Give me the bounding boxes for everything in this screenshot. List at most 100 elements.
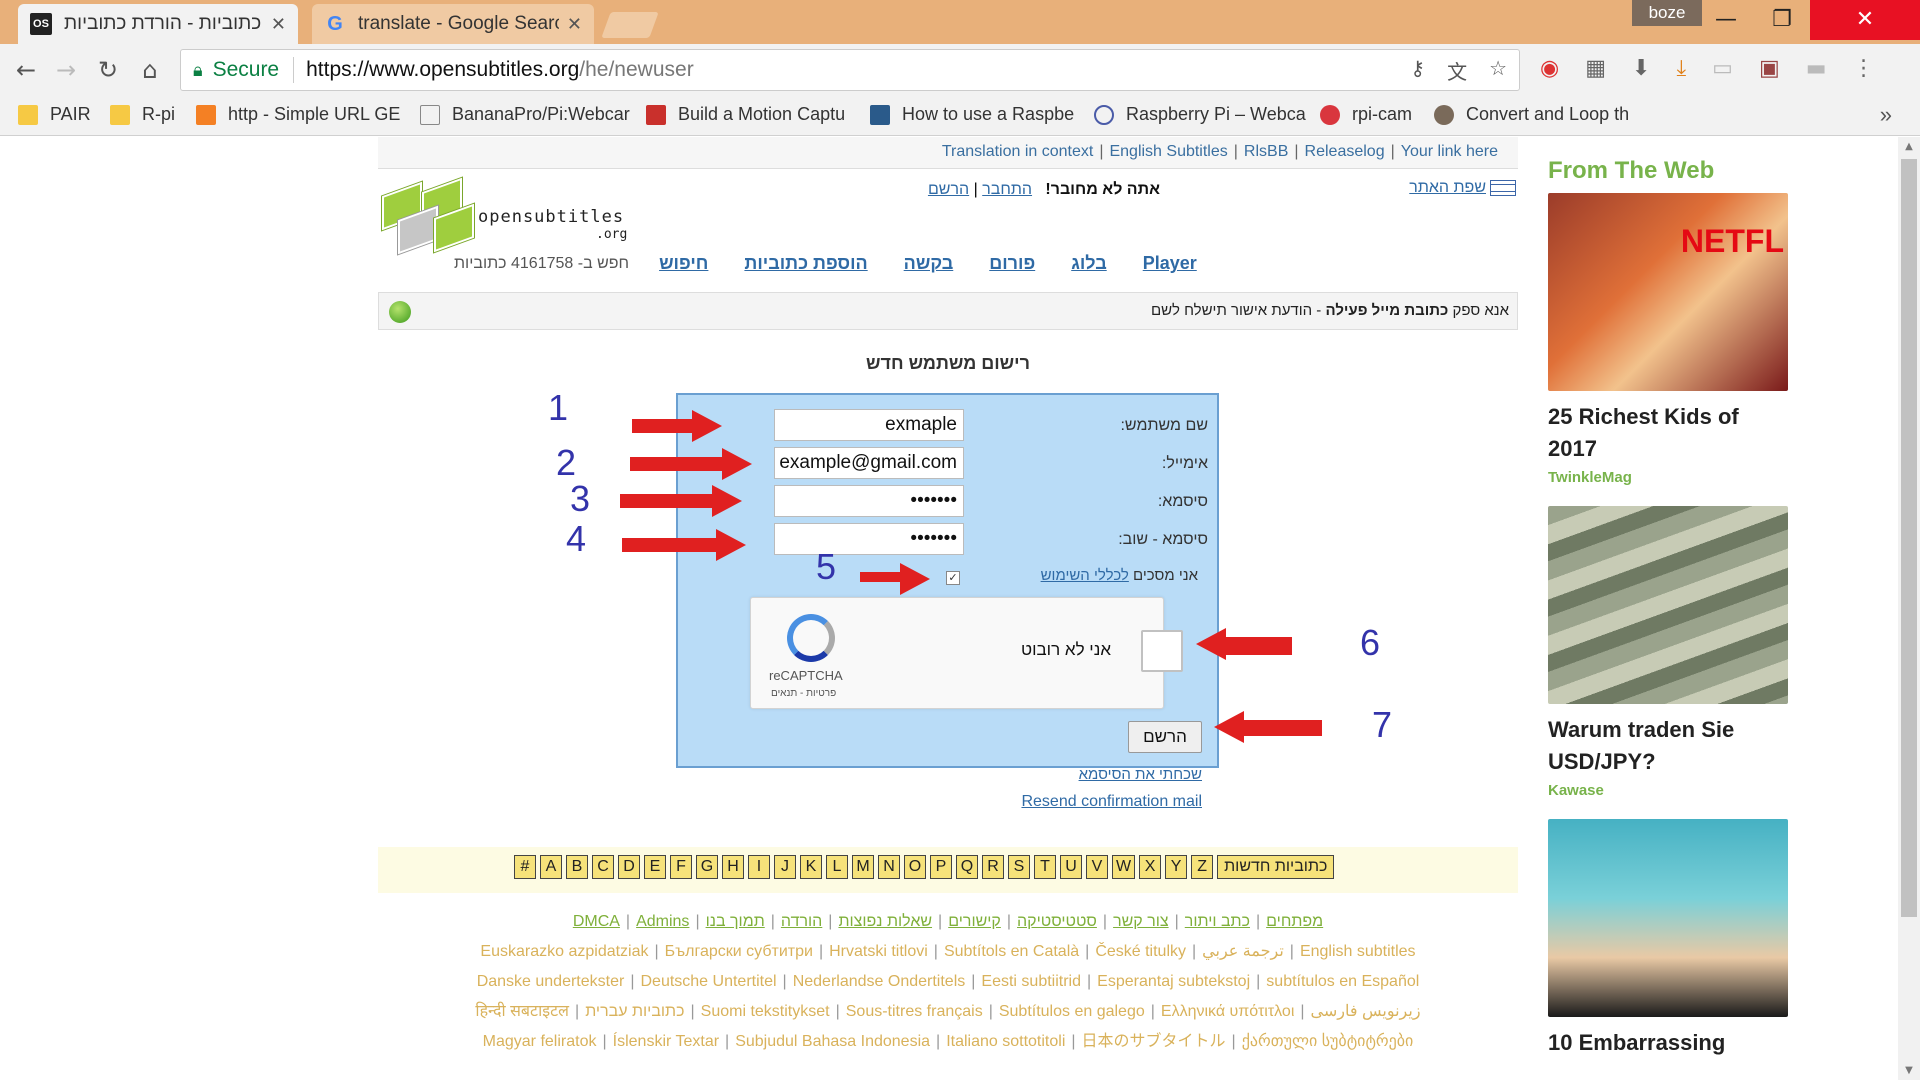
- bookmark-pair[interactable]: PAIR: [18, 104, 91, 125]
- ad-image[interactable]: NETFL: [1548, 193, 1788, 391]
- top-link[interactable]: Releaselog: [1305, 143, 1385, 160]
- footer-link[interactable]: שאלות נפוצות: [838, 913, 932, 930]
- footer-language-link[interactable]: Italiano sottotitoli: [946, 1033, 1065, 1050]
- ad-title[interactable]: Warum traden Sie USD/JPY?: [1548, 714, 1793, 778]
- username-field[interactable]: exmaple: [774, 409, 964, 441]
- site-logo[interactable]: opensubtitles .org: [378, 177, 648, 259]
- alphabet-letter[interactable]: D: [618, 855, 640, 879]
- login-link[interactable]: התחבר: [982, 181, 1032, 198]
- alphabet-letter[interactable]: Y: [1165, 855, 1188, 879]
- ad-item[interactable]: Warum traden Sie USD/JPY? Kawase: [1548, 506, 1793, 799]
- alphabet-letter[interactable]: L: [826, 855, 848, 879]
- alphabet-letter[interactable]: M: [852, 855, 874, 879]
- bookmark-convert-loop[interactable]: Convert and Loop th: [1434, 104, 1629, 125]
- alphabet-letter[interactable]: U: [1060, 855, 1082, 879]
- footer-link[interactable]: סטטיסטיקה: [1017, 913, 1097, 930]
- footer-language-link[interactable]: Hrvatski titlovi: [829, 943, 928, 960]
- alphabet-letter[interactable]: W: [1112, 855, 1136, 879]
- footer-link[interactable]: מפתחים: [1266, 913, 1323, 930]
- footer-language-link[interactable]: Deutsche Untertitel: [640, 973, 776, 990]
- register-submit-button[interactable]: הרשם: [1128, 721, 1202, 753]
- footer-link[interactable]: DMCA: [573, 913, 620, 930]
- scrollbar-thumb[interactable]: [1901, 159, 1917, 917]
- footer-language-link[interactable]: Esperantaj subtekstoj: [1097, 973, 1250, 990]
- footer-language-link[interactable]: Български субтитри: [665, 943, 813, 960]
- footer-language-link[interactable]: Íslenskir Textar: [613, 1033, 719, 1050]
- tab-google-translate[interactable]: G translate - Google Search ✕: [312, 4, 594, 44]
- menu-dots-icon[interactable]: ⋮: [1853, 56, 1875, 81]
- alphabet-letter[interactable]: F: [670, 855, 692, 879]
- bookmark-star-icon[interactable]: ☆: [1489, 56, 1507, 85]
- nav-blog[interactable]: בלוג: [1071, 253, 1107, 274]
- footer-language-link[interactable]: 日本のサブタイトル: [1082, 1033, 1226, 1050]
- footer-language-link[interactable]: हिन्दी सबटाइटल: [475, 1003, 569, 1020]
- ad-source[interactable]: TwinkleMag: [1548, 469, 1793, 486]
- ad-source[interactable]: Kawase: [1548, 782, 1793, 799]
- top-link[interactable]: Translation in context: [942, 143, 1093, 160]
- footer-language-link[interactable]: Subjudul Bahasa Indonesia: [735, 1033, 930, 1050]
- extension-icon[interactable]: ▬: [1806, 56, 1827, 81]
- ad-image[interactable]: [1548, 506, 1788, 704]
- terms-link[interactable]: לכללי השימוש: [1041, 567, 1129, 584]
- confirm-password-field[interactable]: •••••••: [774, 523, 964, 555]
- alphabet-letter[interactable]: B: [566, 855, 588, 879]
- footer-language-link[interactable]: Sous-titres français: [846, 1003, 983, 1020]
- footer-language-link[interactable]: Ελληνικά υπότιτλοι: [1161, 1003, 1295, 1020]
- bookmark-rpi[interactable]: R-pi: [110, 104, 175, 125]
- alphabet-letter[interactable]: V: [1086, 855, 1108, 879]
- nav-search[interactable]: חיפוש: [659, 253, 708, 274]
- alphabet-letter[interactable]: E: [644, 855, 666, 879]
- address-bar[interactable]: 🔒︎ Secure https://www.opensubtitles.org …: [180, 49, 1520, 91]
- footer-language-link[interactable]: Nederlandse Ondertitels: [793, 973, 966, 990]
- bookmark-rpi-cam[interactable]: rpi-cam: [1320, 104, 1412, 125]
- footer-language-link[interactable]: Magyar feliratok: [483, 1033, 597, 1050]
- footer-language-link[interactable]: ترجمة عربي: [1202, 943, 1284, 960]
- footer-link[interactable]: קישורים: [948, 913, 1001, 930]
- top-link[interactable]: RlsBB: [1244, 143, 1288, 160]
- maximize-button[interactable]: ❐: [1754, 0, 1810, 40]
- footer-language-link[interactable]: Danske undertekster: [477, 973, 625, 990]
- download-extension-icon[interactable]: ⬇: [1632, 56, 1650, 81]
- bookmark-motion-capture[interactable]: Build a Motion Captu: [646, 104, 845, 125]
- top-link[interactable]: Your link here: [1401, 143, 1498, 160]
- alphabet-letter[interactable]: Q: [956, 855, 978, 879]
- ad-item[interactable]: NETFL 25 Richest Kids of 2017 TwinkleMag: [1548, 193, 1793, 486]
- reload-icon[interactable]: ↻: [92, 54, 124, 86]
- footer-language-link[interactable]: subtítulos en Español: [1266, 973, 1419, 990]
- new-tab-button[interactable]: [601, 12, 659, 38]
- footer-link[interactable]: תמוך בנו: [706, 913, 765, 930]
- cast-extension-icon[interactable]: ▭: [1712, 56, 1733, 81]
- bookmark-simple-url[interactable]: http - Simple URL GE: [196, 104, 400, 125]
- alphabet-letter[interactable]: O: [904, 855, 926, 879]
- password-field[interactable]: •••••••: [774, 485, 964, 517]
- alphabet-letter[interactable]: #: [514, 855, 536, 879]
- footer-language-link[interactable]: ქართული სუბტიტრები: [1242, 1033, 1414, 1050]
- footer-language-link[interactable]: Subtítols en Català: [944, 943, 1079, 960]
- footer-language-link[interactable]: Euskarazko azpidatziak: [480, 943, 648, 960]
- ad-title[interactable]: 25 Richest Kids of 2017: [1548, 401, 1793, 465]
- go-arrow-icon[interactable]: [389, 301, 411, 323]
- register-link[interactable]: הרשם: [928, 181, 969, 198]
- close-window-button[interactable]: ✕: [1810, 0, 1920, 40]
- footer-link[interactable]: כתב ויתור: [1185, 913, 1250, 930]
- alphabet-letter[interactable]: P: [930, 855, 952, 879]
- alphabet-letter[interactable]: I: [748, 855, 770, 879]
- email-field[interactable]: example@gmail.com: [774, 447, 964, 479]
- bookmark-bananapro[interactable]: BananaPro/Pi:Webcar: [420, 104, 630, 125]
- page-scrollbar[interactable]: ▲ ▼: [1898, 137, 1920, 1080]
- alphabet-letter[interactable]: K: [800, 855, 822, 879]
- alphabet-letter[interactable]: C: [592, 855, 614, 879]
- alphabet-letter[interactable]: J: [774, 855, 796, 879]
- alphabet-letter[interactable]: G: [696, 855, 718, 879]
- tab-close-icon[interactable]: ✕: [271, 14, 286, 35]
- alphabet-letter[interactable]: T: [1034, 855, 1056, 879]
- nav-player[interactable]: Player: [1143, 253, 1197, 274]
- alphabet-letter[interactable]: A: [540, 855, 562, 879]
- footer-language-link[interactable]: כתוביות עברית: [585, 1003, 684, 1020]
- tab-opensubtitles[interactable]: OS כתוביות - הורדת כתוביות ✕: [18, 4, 298, 44]
- terms-checkbox[interactable]: ✓: [946, 571, 960, 585]
- key-icon[interactable]: ⚷: [1410, 56, 1425, 85]
- scroll-up-arrow-icon[interactable]: ▲: [1898, 141, 1920, 152]
- bookmarks-overflow-button[interactable]: »: [1880, 102, 1892, 128]
- downloader-extension-icon[interactable]: ⤓: [1676, 56, 1686, 81]
